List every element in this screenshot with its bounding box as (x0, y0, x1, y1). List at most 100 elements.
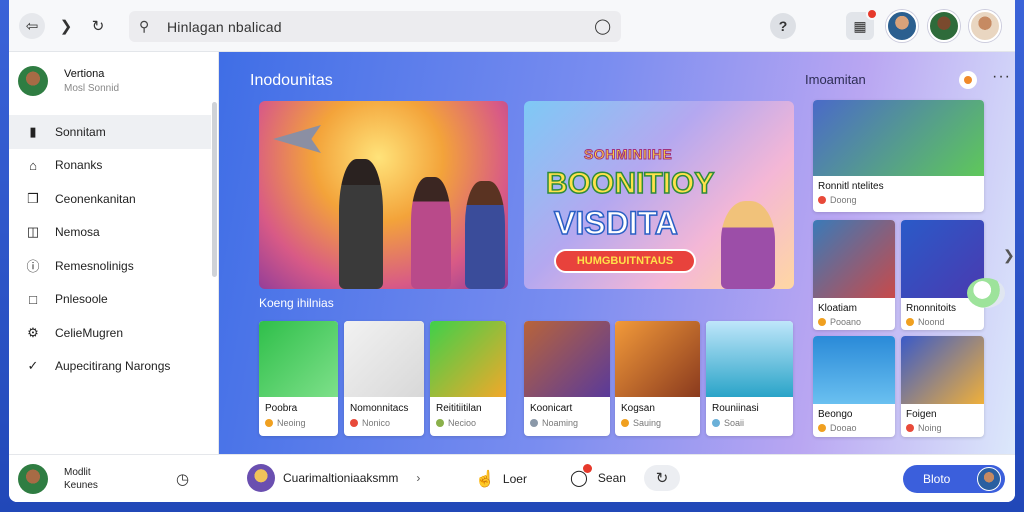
sidebar-profile[interactable]: Vertiona Mosl Sonnid (18, 66, 119, 96)
subscribe-button[interactable]: Bloto (903, 465, 1005, 493)
bottom-profile[interactable]: Modlit Keunes (18, 464, 98, 494)
sidebar-item-label: CelieMugren (55, 325, 124, 340)
person-figure (721, 201, 775, 289)
person-figure (465, 181, 505, 289)
video-title: Ronnitl ntelites (818, 181, 884, 192)
video-meta-text: Necioo (448, 418, 477, 428)
sidebar-item-8[interactable]: ✓ Aupecitirang Narongs (9, 350, 211, 384)
video-card[interactable]: Rouniinasi Soaii (706, 321, 793, 436)
chevron-right-icon[interactable]: ❯ (53, 13, 79, 39)
promo-line-3: VISDITA (553, 204, 678, 242)
profile-name: Vertiona (64, 68, 105, 80)
sidebar-item-2[interactable]: ⌂ Ronanks (9, 149, 211, 183)
video-title: Poobra (265, 403, 298, 414)
avatar (247, 464, 275, 492)
video-meta: Necioo (436, 418, 506, 428)
calendar-icon[interactable]: ▦ (846, 8, 878, 40)
video-meta: Soaii (712, 418, 793, 428)
channel-icon (265, 419, 273, 427)
video-thumbnail (813, 100, 984, 176)
sidebar-item-6[interactable]: □ Pnlesoole (9, 283, 211, 317)
folder-icon: □ (29, 291, 37, 307)
sidebar-item-3[interactable]: ❒ Ceonenkanitan (9, 182, 211, 216)
comment-label: Sean (597, 471, 626, 485)
help-icon[interactable]: ? (770, 13, 796, 39)
like-button[interactable]: ☝ Loer (475, 469, 527, 489)
recommended-card[interactable]: Rnonnitoits Noond (901, 220, 984, 330)
person-figure (411, 177, 451, 289)
channel-icon (818, 318, 826, 326)
share-icon[interactable]: ↻ (644, 465, 680, 491)
promo-cta-button[interactable]: HUMGBUITNTAUS (554, 249, 696, 273)
reload-icon[interactable]: ↻ (85, 13, 111, 39)
sidebar-item-1[interactable]: ▮ Sonnitam (9, 115, 211, 149)
search-icon: ⚲ (139, 18, 150, 34)
avatar[interactable] (969, 10, 1001, 42)
sidebar-item-7[interactable]: ⚙ CelieMugren (9, 316, 211, 350)
chevron-right-icon[interactable]: ❯ (1003, 247, 1015, 264)
video-title: Foigen (906, 409, 937, 420)
avatar[interactable] (928, 10, 960, 42)
channel-icon (818, 196, 826, 204)
channel-icon (530, 419, 538, 427)
video-title: Rouniinasi (712, 403, 759, 414)
profile-line-1: Modlit (64, 467, 91, 478)
clock-icon[interactable]: ◷ (176, 470, 189, 488)
address-value[interactable]: Hinlagan nbalicad (167, 19, 282, 35)
gear-icon: ⚙ (27, 324, 39, 340)
recommended-card[interactable]: Kloatiam Pooano (813, 220, 895, 330)
person-figure (339, 159, 383, 289)
video-meta: Doong (818, 195, 984, 205)
video-thumbnail (259, 321, 338, 397)
video-title: Beongo (818, 409, 853, 420)
sidebar-item-4[interactable]: ◫ Nemosa (9, 216, 211, 250)
video-meta-text: Noaming (542, 418, 579, 428)
comment-icon: ◯ (570, 464, 592, 488)
recommended-card[interactable]: Beongo Dooao (813, 336, 895, 437)
video-meta-text: Noing (918, 423, 942, 433)
comment-button[interactable]: ◯ Sean (570, 464, 626, 488)
back-arrow-icon[interactable]: ⇦ (19, 13, 45, 39)
microphone-icon[interactable]: ◯ (594, 17, 611, 35)
app-window: ⇦ ❯ ↻ ⚲ Hinlagan nbalicad ◯ ? ▦ Vertiona… (9, 0, 1015, 502)
hero-card-promo[interactable]: SOHMINIIHE BOONITIOY VISDITA HUMGBUITNTA… (524, 101, 794, 289)
video-thumbnail (615, 321, 700, 397)
profile-line-2: Keunes (64, 480, 98, 491)
sidebar-item-label: Ceonenkanitan (55, 191, 136, 206)
video-meta-text: Neoing (277, 418, 306, 428)
video-meta-text: Dooao (830, 423, 857, 433)
document-icon: ◫ (26, 224, 40, 240)
browser-toolbar: ⇦ ❯ ↻ ⚲ Hinlagan nbalicad ◯ ? ▦ (9, 0, 1015, 52)
sticker-icon (967, 278, 1005, 308)
hero-card-featured[interactable] (259, 101, 508, 289)
video-card[interactable]: Poobra Neoing (259, 321, 338, 436)
sidebar-item-5[interactable]: ⓘ Remesnolinigs (9, 249, 211, 283)
recommended-card[interactable]: Ronnitl ntelites Doong (813, 100, 984, 212)
sidebar-scrollbar[interactable] (212, 102, 217, 277)
video-meta-text: Doong (830, 195, 857, 205)
channel-icon (712, 419, 720, 427)
video-card[interactable]: Kogsan Sauing (615, 321, 700, 436)
address-bar[interactable]: ⚲ Hinlagan nbalicad ◯ (129, 11, 621, 42)
video-meta: Neoing (265, 418, 338, 428)
video-card[interactable]: Nomonnitacs Nonico (344, 321, 424, 436)
video-meta: Noing (906, 423, 984, 433)
video-card[interactable]: Koonicart Noaming (524, 321, 610, 436)
sidebar-list: ▮ Sonnitam ⌂ Ronanks ❒ Ceonenkanitan ◫ N… (9, 115, 211, 383)
video-card[interactable]: Reititiitilan Necioo (430, 321, 506, 436)
channel-icon (621, 419, 629, 427)
more-options-icon[interactable]: ··· (992, 68, 1011, 86)
video-meta-text: Noond (918, 317, 945, 327)
avatar (18, 66, 48, 96)
video-meta: Noaming (530, 418, 610, 428)
airplane-illustration (273, 125, 321, 153)
profile-subtitle: Mosl Sonnid (64, 83, 120, 94)
video-thumbnail (901, 336, 984, 404)
status-badge[interactable] (959, 71, 977, 89)
channel-icon (350, 419, 358, 427)
sidebar: Vertiona Mosl Sonnid ▮ Sonnitam ⌂ Ronank… (9, 52, 219, 454)
video-title: Nomonnitacs (350, 403, 409, 414)
avatar[interactable] (886, 10, 918, 42)
channel-link[interactable]: Cuarimaltioniaaksmm › (247, 464, 420, 492)
recommended-card[interactable]: Foigen Noing (901, 336, 984, 437)
